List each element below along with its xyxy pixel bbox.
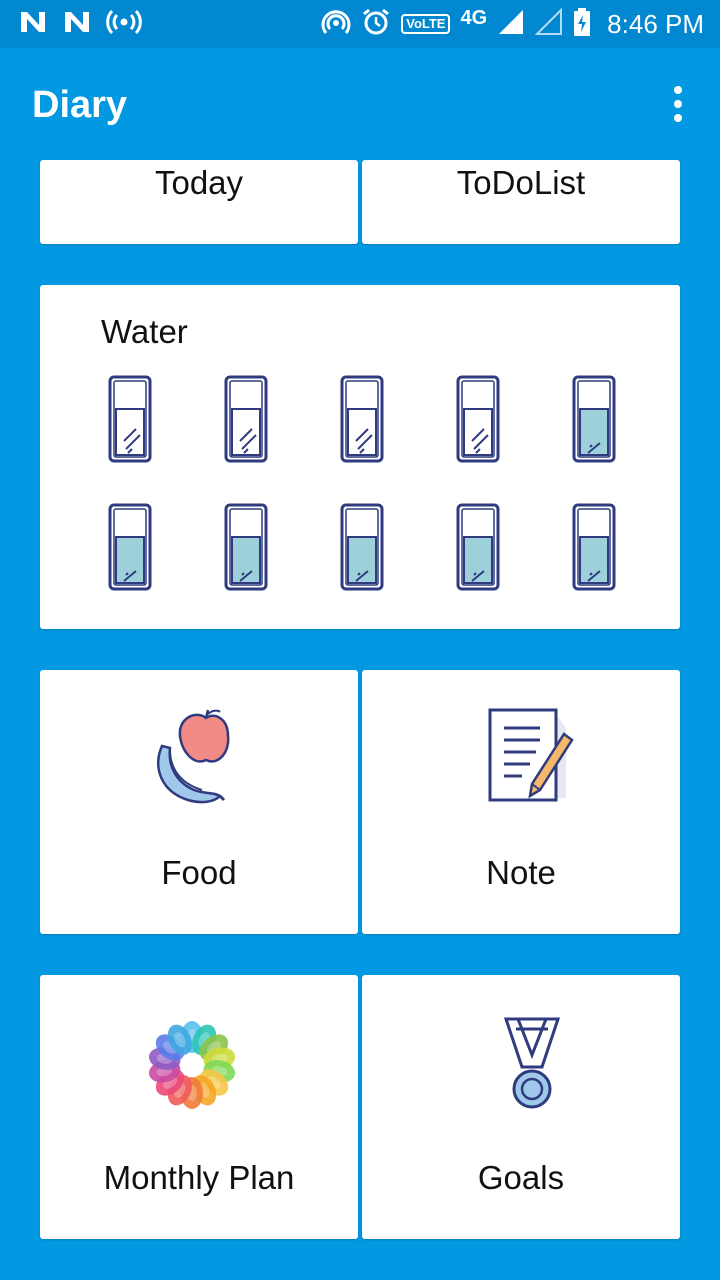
n-icon <box>18 9 48 40</box>
water-glass-full[interactable] <box>340 503 384 593</box>
note-label: Note <box>486 854 556 891</box>
volte-badge: VoLTE <box>401 14 451 34</box>
food-tile[interactable]: Food <box>40 670 358 934</box>
water-tile: Water <box>40 285 680 629</box>
hotspot-icon <box>321 7 351 42</box>
water-glass-full[interactable] <box>456 503 500 593</box>
network-type: 4G <box>460 6 488 29</box>
app-bar: Diary <box>0 48 720 160</box>
signal-icon <box>534 7 563 41</box>
signal-icon <box>497 8 525 41</box>
goals-label: Goals <box>477 1159 565 1196</box>
todo-label: ToDoList <box>456 164 586 201</box>
alarm-icon <box>361 7 391 42</box>
water-glass-full[interactable] <box>572 375 616 465</box>
color-wheel-icon <box>144 1017 240 1118</box>
status-bar: VoLTE 4G 8:46 PM <box>0 0 720 48</box>
status-time: 8:46 PM <box>607 8 704 39</box>
water-glass-full[interactable] <box>224 503 268 593</box>
water-glass-empty[interactable] <box>108 375 152 465</box>
water-title: Water <box>101 313 188 350</box>
note-tile[interactable]: Note <box>362 670 680 934</box>
monthly-plan-label: Monthly Plan <box>103 1159 295 1196</box>
overflow-menu-icon[interactable] <box>666 84 690 124</box>
water-glass-empty[interactable] <box>456 375 500 465</box>
goals-tile[interactable]: Goals <box>362 975 680 1239</box>
n-icon <box>62 9 92 40</box>
food-label: Food <box>161 854 237 891</box>
todo-tile[interactable]: ToDoList <box>362 160 680 244</box>
water-glass-full[interactable] <box>572 503 616 593</box>
app-title: Diary <box>32 84 128 126</box>
battery-icon <box>573 7 591 42</box>
water-glass-full[interactable] <box>108 503 152 593</box>
medal-icon <box>500 1015 564 1120</box>
water-glass-empty[interactable] <box>340 375 384 465</box>
today-tile[interactable]: Today <box>40 160 358 244</box>
fruit-icon <box>148 708 248 813</box>
today-label: Today <box>154 164 244 201</box>
monthly-plan-tile[interactable]: Monthly Plan <box>40 975 358 1239</box>
water-glass-empty[interactable] <box>224 375 268 465</box>
note-pencil-icon <box>486 708 576 813</box>
broadcast-icon <box>106 9 142 40</box>
